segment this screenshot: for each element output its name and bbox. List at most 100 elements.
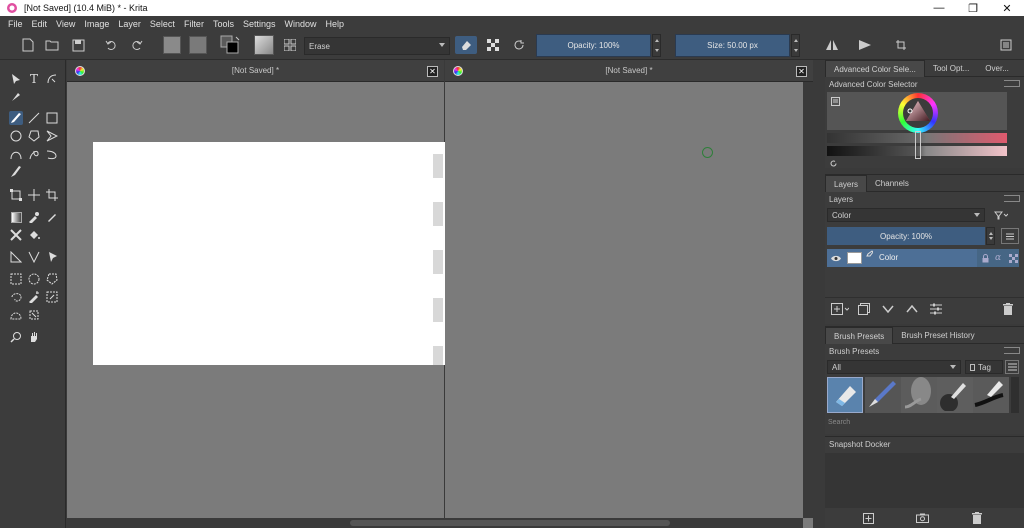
opacity-spinner[interactable]: [652, 34, 661, 57]
layer-opacity-spinner[interactable]: [986, 227, 995, 245]
refresh-icon[interactable]: [828, 158, 838, 168]
redo-icon[interactable]: [129, 36, 145, 54]
brush-preset-icon[interactable]: [253, 35, 275, 55]
trash-icon[interactable]: [1001, 302, 1015, 316]
menu-edit[interactable]: Edit: [32, 19, 48, 29]
freehand-brush-tool-icon[interactable]: [9, 111, 23, 125]
open-folder-icon[interactable]: [44, 36, 60, 54]
similar-color-selection-tool-icon[interactable]: [45, 290, 59, 304]
rectangular-selection-tool-icon[interactable]: [9, 272, 23, 286]
rectangle-tool-icon[interactable]: [45, 111, 59, 125]
ellipse-tool-icon[interactable]: [9, 129, 23, 143]
bezier-curve-tool-icon[interactable]: [9, 147, 23, 161]
menu-select[interactable]: Select: [150, 19, 175, 29]
tab-overview[interactable]: Over...: [977, 60, 1017, 77]
zoom-tool-icon[interactable]: [9, 330, 23, 344]
tab-brush-preset-history[interactable]: Brush Preset History: [893, 327, 982, 344]
edit-shapes-tool-icon[interactable]: [45, 72, 59, 86]
move-layer-up-icon[interactable]: [905, 302, 919, 316]
grid-icon[interactable]: [282, 36, 298, 54]
duplicate-layer-icon[interactable]: [857, 302, 871, 316]
docker-float-close-icon[interactable]: [1004, 195, 1020, 202]
polyline-tool-icon[interactable]: [45, 129, 59, 143]
menu-tools[interactable]: Tools: [213, 19, 234, 29]
inherit-alpha-icon[interactable]: [1008, 253, 1018, 263]
scrollbar-thumb[interactable]: [350, 520, 670, 526]
opacity-slider[interactable]: Opacity: 100%: [536, 34, 651, 57]
add-layer-icon[interactable]: [829, 302, 851, 316]
measure-tool-icon[interactable]: [27, 250, 41, 264]
selector-settings-icon[interactable]: [830, 96, 840, 106]
menu-settings[interactable]: Settings: [243, 19, 276, 29]
move-tool-icon[interactable]: [27, 188, 41, 202]
tab-advanced-color-selector[interactable]: Advanced Color Sele...: [825, 60, 925, 77]
transform-tool-icon[interactable]: [9, 188, 23, 202]
mirror-horizontal-icon[interactable]: [824, 36, 840, 54]
panel-menu-icon[interactable]: [998, 36, 1014, 54]
bezier-selection-tool-icon[interactable]: [9, 308, 23, 322]
gradient-icon[interactable]: [162, 36, 182, 54]
menu-filter[interactable]: Filter: [184, 19, 204, 29]
polygonal-selection-tool-icon[interactable]: [45, 272, 59, 286]
reload-preset-icon[interactable]: [511, 36, 527, 54]
vertical-scrollbar[interactable]: [803, 82, 813, 518]
close-tab-button[interactable]: ✕: [427, 66, 438, 77]
minimize-button[interactable]: —: [922, 0, 956, 16]
maximize-button[interactable]: ❐: [956, 0, 990, 16]
colorize-mask-tool-icon[interactable]: [45, 210, 59, 224]
brush-preset-marker[interactable]: [973, 377, 1009, 413]
hue-ring[interactable]: [898, 93, 938, 133]
new-document-icon[interactable]: [20, 36, 36, 54]
pan-tool-icon[interactable]: [27, 330, 41, 344]
mirror-vertical-icon[interactable]: [857, 36, 873, 54]
brush-presets-scrollbar[interactable]: [1011, 377, 1019, 413]
size-spinner[interactable]: [791, 34, 800, 57]
lock-icon[interactable]: [981, 253, 989, 263]
wrap-around-icon[interactable]: [893, 36, 909, 54]
brush-preset-pencil[interactable]: [865, 377, 901, 413]
dynamic-brush-tool-icon[interactable]: [45, 147, 59, 161]
camera-icon[interactable]: [915, 511, 929, 525]
fill-tool-icon[interactable]: [27, 228, 41, 242]
tab-brush-presets[interactable]: Brush Presets: [825, 327, 894, 344]
layer-properties-icon[interactable]: [1001, 228, 1019, 244]
close-window-button[interactable]: ✕: [990, 0, 1024, 16]
color-triangle[interactable]: [904, 99, 932, 127]
layer-settings-icon[interactable]: [929, 302, 943, 316]
canvas-document[interactable]: [93, 142, 449, 365]
layer-blending-mode-select[interactable]: Color: [827, 208, 985, 222]
brush-preset-ink[interactable]: [937, 377, 973, 413]
multibrush-tool-icon[interactable]: [9, 165, 23, 179]
brush-preset-eraser[interactable]: [827, 377, 863, 413]
menu-image[interactable]: Image: [84, 19, 109, 29]
preserve-alpha-icon[interactable]: [484, 36, 502, 54]
docker-float-close-icon[interactable]: [1004, 347, 1020, 354]
polygon-tool-icon[interactable]: [27, 129, 41, 143]
magnetic-selection-tool-icon[interactable]: [27, 308, 41, 322]
tag-select[interactable]: Tag: [965, 360, 1003, 374]
eye-icon[interactable]: [831, 253, 841, 263]
horizontal-scrollbar[interactable]: [350, 518, 803, 528]
trash-icon[interactable]: [970, 511, 984, 525]
tab-tool-options[interactable]: Tool Opt...: [925, 60, 977, 77]
brush-filter-select[interactable]: All: [827, 360, 961, 374]
freehand-path-tool-icon[interactable]: [27, 147, 41, 161]
crop-tool-icon[interactable]: [45, 188, 59, 202]
text-tool-icon[interactable]: T: [27, 72, 41, 86]
docker-float-close-icon[interactable]: [1004, 80, 1020, 87]
add-snapshot-icon[interactable]: [861, 511, 875, 525]
gradient-tool-icon[interactable]: [9, 210, 23, 224]
menu-help[interactable]: Help: [326, 19, 345, 29]
move-layer-down-icon[interactable]: [881, 302, 895, 316]
blend-mode-select[interactable]: Erase: [304, 37, 450, 55]
size-slider[interactable]: Size: 50.00 px: [675, 34, 790, 57]
document-tab[interactable]: [Not Saved] * ✕: [67, 60, 444, 82]
reference-images-tool-icon[interactable]: [45, 250, 59, 264]
save-icon[interactable]: [70, 36, 86, 54]
document-tab[interactable]: [Not Saved] * ✕: [445, 60, 813, 82]
menu-view[interactable]: View: [56, 19, 75, 29]
layer-row[interactable]: Color α: [827, 249, 1019, 267]
contiguous-selection-tool-icon[interactable]: [27, 290, 41, 304]
alpha-lock-icon[interactable]: α: [994, 253, 1002, 263]
menu-layer[interactable]: Layer: [118, 19, 141, 29]
